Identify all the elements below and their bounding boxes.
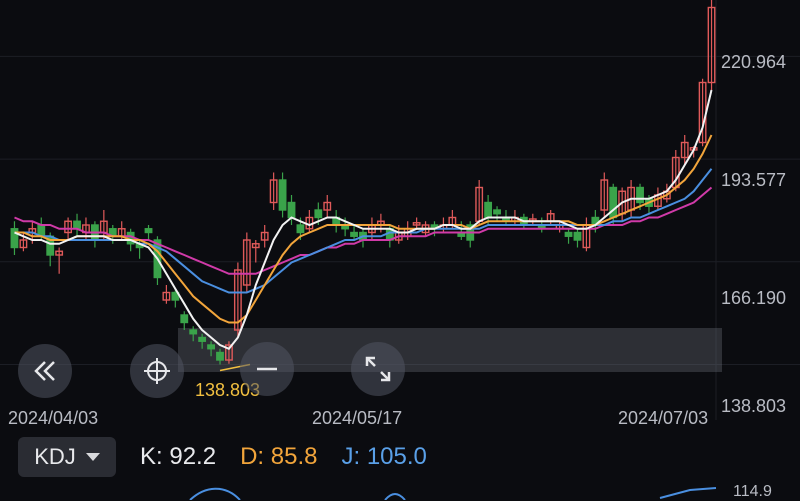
zoom-out-button[interactable] xyxy=(240,342,294,396)
j-number: 105.0 xyxy=(366,443,427,470)
candle-body xyxy=(278,179,287,211)
scroll-back-button[interactable] xyxy=(18,344,72,398)
indicator-bar: KDJ K: 92.2 D: 85.8 J: 105.0 xyxy=(0,432,800,482)
j-label: J: xyxy=(341,443,361,470)
price-label-1: 220.964 xyxy=(721,52,787,72)
fullscreen-button[interactable] xyxy=(351,342,405,396)
k-value: K: 92.2 xyxy=(140,443,216,471)
candle-body xyxy=(484,201,493,219)
candle-body xyxy=(216,351,224,361)
k-number: 92.2 xyxy=(169,443,217,470)
candle-body xyxy=(636,186,644,204)
candle-body xyxy=(350,231,358,237)
candle-body xyxy=(493,209,501,215)
candle-body xyxy=(564,231,573,237)
k-label: K: xyxy=(140,443,163,470)
side-value-label: 114.9 xyxy=(733,483,772,500)
candle-body xyxy=(198,336,207,342)
stock-chart-screen: 220.964 193.577 166.190 138.803 2024/04/… xyxy=(0,0,800,500)
candle-body xyxy=(144,228,153,234)
candle-body xyxy=(189,329,198,335)
expand-arrows-icon xyxy=(365,356,391,382)
chevron-down-icon xyxy=(85,453,100,461)
candle-body xyxy=(73,220,81,230)
price-label-4: 138.803 xyxy=(721,396,787,416)
indicator-dropdown[interactable]: KDJ xyxy=(18,437,116,477)
d-number: 85.8 xyxy=(270,443,318,470)
candle-body xyxy=(314,209,323,219)
crosshair-icon xyxy=(144,358,170,384)
d-value: D: 85.8 xyxy=(240,443,317,471)
date-label-end: 2024/07/03 xyxy=(618,408,709,428)
crosshair-button[interactable] xyxy=(130,344,184,398)
double-chevron-left-icon xyxy=(34,361,55,381)
candle-body xyxy=(180,314,189,324)
candle-body xyxy=(287,201,296,219)
candle-body xyxy=(296,224,305,234)
price-label-3: 166.190 xyxy=(721,288,787,308)
kdj-subchart-peek xyxy=(189,487,717,500)
candle-body xyxy=(207,344,215,350)
minus-icon xyxy=(257,367,277,371)
d-label: D: xyxy=(240,443,265,470)
price-label-2: 193.577 xyxy=(721,170,787,190)
candle-body xyxy=(573,231,582,241)
date-label-start: 2024/04/03 xyxy=(8,408,99,428)
indicator-dropdown-label: KDJ xyxy=(34,444,76,469)
j-value: J: 105.0 xyxy=(341,443,426,471)
date-label-mid: 2024/05/17 xyxy=(312,408,403,428)
